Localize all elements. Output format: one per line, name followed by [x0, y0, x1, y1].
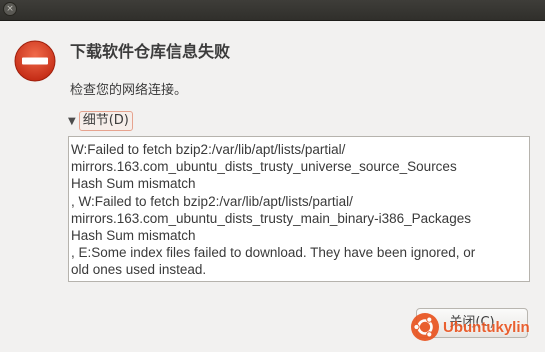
- watermark: Ubuntukylin: [410, 312, 530, 342]
- error-icon: [14, 40, 56, 82]
- watermark-text: Ubuntukylin: [443, 318, 530, 336]
- dialog-title: 下载软件仓库信息失败: [70, 42, 231, 61]
- window-titlebar: ×: [0, 0, 545, 21]
- window-close-button[interactable]: ×: [3, 2, 17, 16]
- details-expander[interactable]: ▼ 细节(D): [68, 110, 133, 132]
- ubuntu-logo-icon: [411, 313, 439, 341]
- dialog-subtitle: 检查您的网络连接。: [70, 83, 188, 98]
- details-expander-label[interactable]: 细节(D): [78, 111, 133, 131]
- expander-arrow-icon: ▼: [68, 115, 76, 127]
- details-textview[interactable]: W:Failed to fetch bzip2:/var/lib/apt/lis…: [68, 136, 530, 282]
